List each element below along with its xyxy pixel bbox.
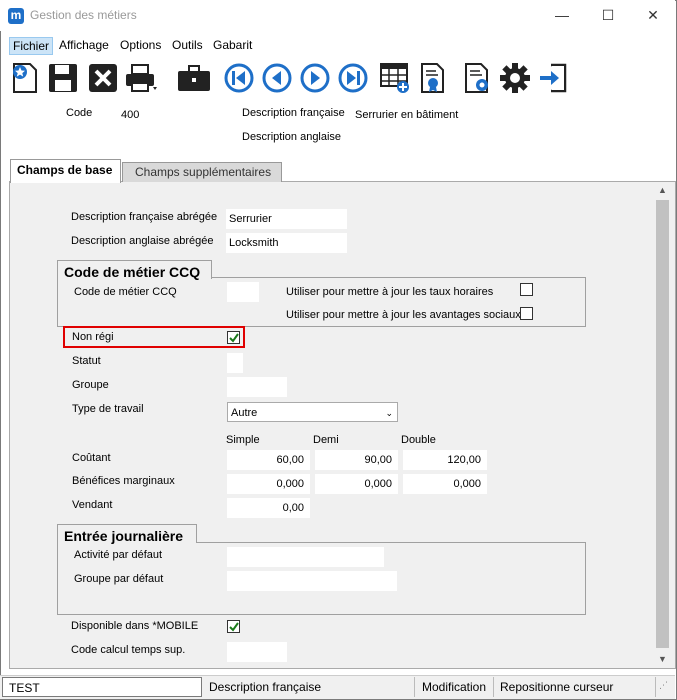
menu-outils[interactable]: Outils [169,37,206,55]
coutant-double-input[interactable]: 120,00 [403,450,487,470]
col-double-label: Double [401,434,436,446]
groupe-input[interactable] [227,377,287,397]
certificate-document-icon[interactable] [416,60,450,96]
status-mode: Modification [416,677,494,697]
status-description: Description française [203,677,415,697]
scroll-thumb[interactable] [656,200,669,648]
code-calcul-input[interactable] [227,642,287,662]
gear-icon[interactable] [498,60,532,96]
activite-input[interactable] [227,547,384,567]
app-icon: m [8,8,24,24]
code-calcul-label: Code calcul temps sup. [71,644,186,656]
vendant-input[interactable]: 0,00 [227,498,310,518]
resize-grip-icon[interactable]: ⋰ [659,680,673,696]
minimize-button[interactable]: — [539,0,585,31]
groupe-label: Groupe [72,379,109,391]
window-title: Gestion des métiers [30,8,137,22]
ccq-rates-label: Utiliser pour mettre à jour les taux hor… [286,286,494,298]
document-settings-icon[interactable] [460,60,494,96]
menu-options[interactable]: Options [117,37,164,55]
status-field: TEST [2,677,202,697]
statut-input[interactable] [227,353,243,373]
ccq-rates-checkbox[interactable] [520,283,533,296]
maximize-button[interactable]: ☐ [585,0,631,31]
non-regi-label: Non régi [72,331,114,343]
menu-fichier[interactable]: Fichier [9,37,54,55]
benefices-demi-input[interactable]: 0,000 [315,474,398,494]
groupe-defaut-input[interactable] [227,571,397,591]
type-travail-select[interactable]: Autre ⌄ [227,402,398,422]
menu-affichage[interactable]: Affichage [56,37,112,55]
chevron-down-icon: ⌄ [385,408,393,418]
scroll-down-icon[interactable]: ▼ [658,654,667,664]
tab-champs-de-base[interactable]: Champs de base [10,159,121,183]
desc-fr-value: Serrurier en bâtiment [355,109,459,121]
delete-icon[interactable] [86,60,120,96]
mobile-label: Disponible dans *MOBILE [71,620,199,632]
ccq-code-label: Code de métier CCQ [74,286,177,298]
col-demi-label: Demi [313,434,339,446]
scroll-up-icon[interactable]: ▲ [658,185,667,195]
table-add-icon[interactable] [378,60,412,96]
non-regi-checkbox[interactable] [227,331,240,344]
benefices-simple-input[interactable]: 0,000 [227,474,310,494]
checkmark-icon [228,621,239,632]
tab-champs-supplementaires[interactable]: Champs supplémentaires [122,162,282,182]
coutant-simple-input[interactable]: 60,00 [227,450,310,470]
coutant-label: Coûtant [72,452,111,464]
desc-fr-abbr-label: Description française abrégée [71,211,218,223]
close-button[interactable]: ✕ [630,0,676,31]
mobile-checkbox[interactable] [227,620,240,633]
ccq-benefits-label: Utiliser pour mettre à jour les avantage… [286,309,521,321]
desc-en-abbr-label: Description anglaise abrégée [71,235,214,247]
type-travail-label: Type de travail [72,403,144,415]
save-icon[interactable] [46,60,80,96]
ccq-benefits-checkbox[interactable] [520,307,533,320]
col-simple-label: Simple [226,434,260,446]
new-record-icon[interactable] [8,60,42,96]
benefices-double-input[interactable]: 0,000 [403,474,487,494]
desc-fr-label: Description française [242,107,345,119]
exit-icon[interactable] [536,60,570,96]
statut-label: Statut [72,355,101,367]
coutant-demi-input[interactable]: 90,00 [315,450,398,470]
activite-label: Activité par défaut [74,549,163,561]
previous-record-icon[interactable] [260,60,294,96]
journal-group-title: Entrée journalière [57,524,197,544]
vendant-label: Vendant [72,499,113,511]
groupe-defaut-label: Groupe par défaut [74,573,164,585]
code-value: 400 [121,109,140,121]
last-record-icon[interactable] [336,60,370,96]
benefices-label: Bénéfices marginaux [72,475,175,487]
type-travail-value: Autre [231,407,258,419]
checkmark-icon [228,332,239,343]
ccq-code-input[interactable] [227,282,259,302]
ccq-group-title: Code de métier CCQ [57,260,212,280]
status-action: Repositionne curseur [494,677,656,697]
code-label: Code [66,107,93,119]
first-record-icon[interactable] [222,60,256,96]
next-record-icon[interactable] [298,60,332,96]
desc-fr-abbr-input[interactable]: Serrurier [226,209,347,229]
desc-en-abbr-input[interactable]: Locksmith [226,233,347,253]
menu-gabarit[interactable]: Gabarit [210,37,255,55]
desc-en-label: Description anglaise [242,131,342,143]
briefcase-icon[interactable] [177,60,211,96]
print-icon[interactable] [124,60,158,96]
